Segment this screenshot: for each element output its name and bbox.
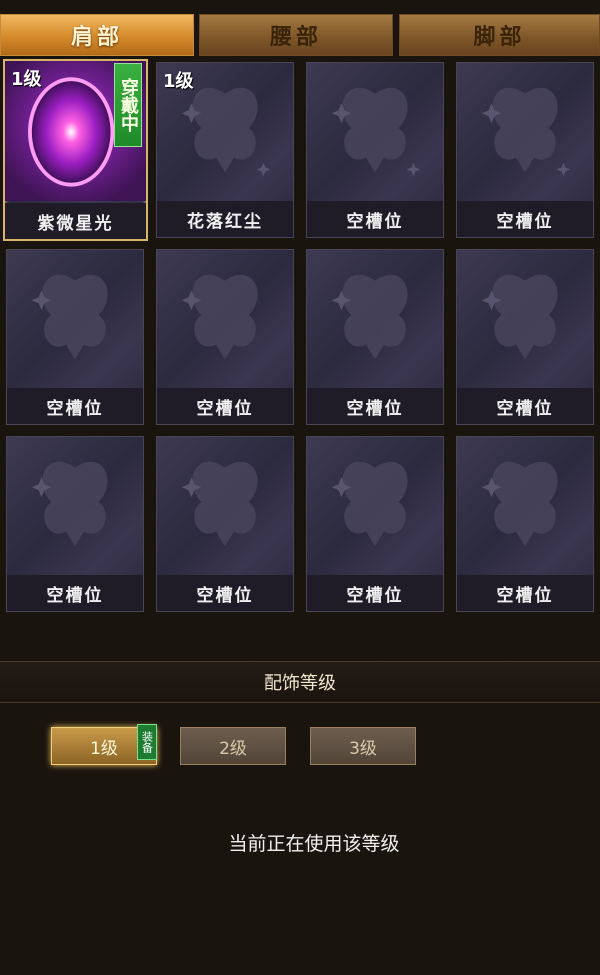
level-3-button[interactable]: 3级 (310, 727, 416, 765)
butterfly-placeholder-icon (181, 461, 258, 547)
slot-level-label: 1级 (11, 69, 42, 90)
slot-name: 空槽位 (307, 575, 443, 611)
slot-empty[interactable]: 空槽位 (6, 436, 144, 612)
butterfly-placeholder-icon (31, 274, 108, 360)
slot-name: 空槽位 (157, 388, 293, 424)
slot-item-purple-starlight[interactable]: 1级 穿戴中 紫微星光 (3, 59, 148, 241)
slot-empty[interactable]: 空槽位 (306, 62, 444, 238)
butterfly-placeholder-icon (481, 461, 558, 547)
slot-empty[interactable]: 空槽位 (456, 249, 594, 425)
accessory-tab-bar: 肩部 腰部 脚部 (0, 0, 600, 58)
slot-name: 空槽位 (307, 201, 443, 237)
level-2-button[interactable]: 2级 (180, 727, 286, 765)
slot-name: 空槽位 (457, 575, 593, 611)
slot-level-label: 1级 (163, 71, 194, 92)
tab-waist[interactable]: 腰部 (199, 14, 393, 56)
butterfly-placeholder-icon (481, 87, 571, 177)
slot-name: 空槽位 (157, 575, 293, 611)
slot-name: 空槽位 (7, 388, 143, 424)
slot-empty[interactable]: 空槽位 (456, 436, 594, 612)
slot-empty[interactable]: 空槽位 (306, 436, 444, 612)
slot-name: 空槽位 (307, 388, 443, 424)
tab-shoulder[interactable]: 肩部 (0, 14, 194, 56)
butterfly-placeholder-icon (331, 87, 421, 177)
slot-empty[interactable]: 空槽位 (156, 436, 294, 612)
butterfly-placeholder-icon (331, 274, 408, 360)
section-title: 配饰等级 (0, 661, 600, 703)
slot-name: 紫微星光 (5, 203, 146, 239)
slot-name: 空槽位 (457, 388, 593, 424)
butterfly-placeholder-icon (481, 274, 558, 360)
slot-empty[interactable]: 空槽位 (456, 62, 594, 238)
slot-name: 空槽位 (7, 575, 143, 611)
equipped-badge-text: 装备 (140, 731, 154, 753)
butterfly-placeholder-icon (31, 461, 108, 547)
slot-name: 花落红尘 (157, 201, 293, 237)
tab-foot[interactable]: 脚部 (399, 14, 600, 56)
wearing-tag-text: 穿戴中 (118, 78, 139, 132)
slot-empty[interactable]: 空槽位 (306, 249, 444, 425)
slot-name: 空槽位 (457, 201, 593, 237)
butterfly-placeholder-icon (331, 461, 408, 547)
butterfly-placeholder-icon (181, 274, 258, 360)
wearing-tag: 穿戴中 (114, 63, 142, 147)
slot-empty[interactable]: 空槽位 (156, 249, 294, 425)
level-status-text: 当前正在使用该等级 (228, 833, 400, 855)
slot-item-fallen-flower[interactable]: 1级 花落红尘 (156, 62, 294, 238)
equipped-badge: 装备 (137, 724, 157, 760)
slot-empty[interactable]: 空槽位 (6, 249, 144, 425)
